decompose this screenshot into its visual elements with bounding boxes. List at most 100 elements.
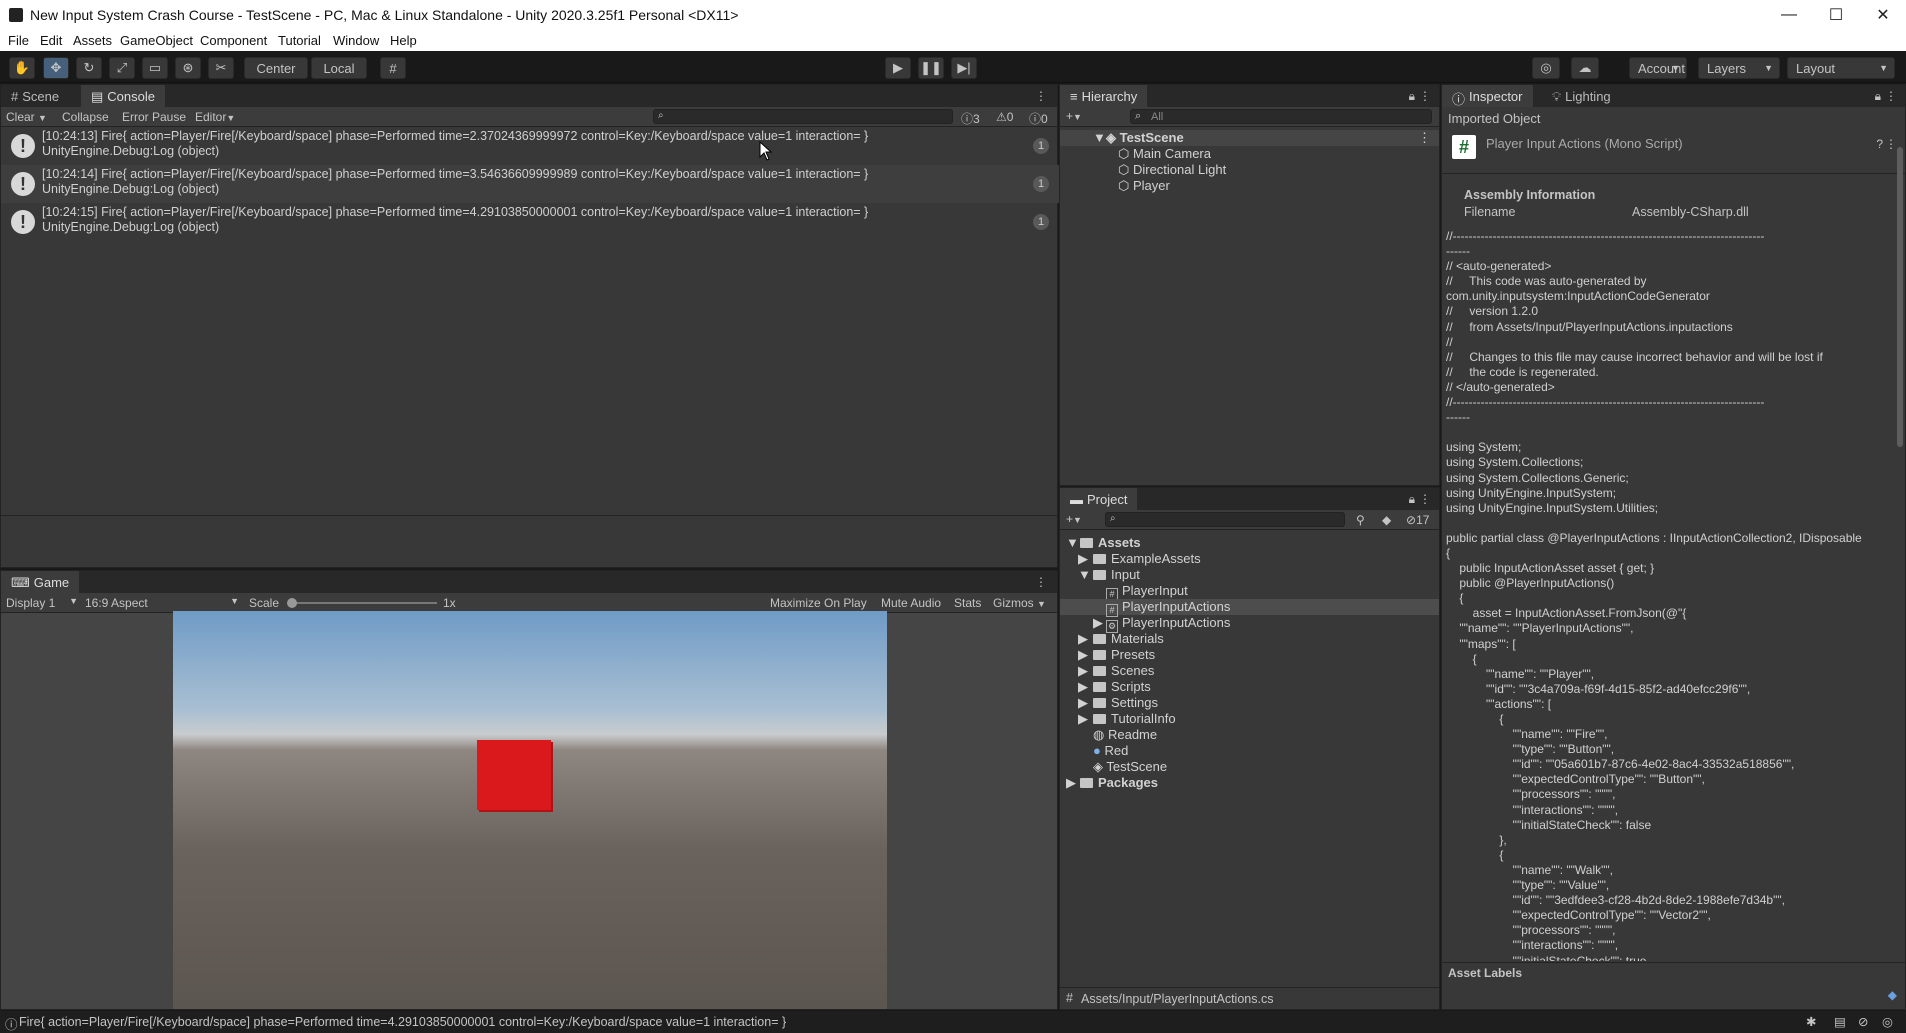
menu-component[interactable]: Component	[200, 33, 267, 48]
error-pause-toggle[interactable]: Error Pause	[122, 110, 186, 124]
scale-tool-icon[interactable]: ⤢	[109, 57, 135, 79]
menu-window[interactable]: Window	[333, 33, 379, 48]
tag-icon[interactable]: ◆	[1888, 988, 1897, 1002]
editor-dropdown[interactable]: Editor▼	[195, 110, 235, 124]
move-tool-icon[interactable]: ✥	[43, 57, 69, 79]
project-item[interactable]: ▶ ⚙ PlayerInputActions	[1060, 615, 1439, 633]
create-asset-button[interactable]: +▼	[1066, 512, 1082, 526]
scale-slider[interactable]	[287, 598, 437, 608]
project-item[interactable]: ◍ Readme	[1060, 727, 1439, 743]
project-search-input[interactable]: ⌕	[1105, 512, 1345, 527]
tab-lighting[interactable]: 💡︎ Lighting	[1542, 85, 1621, 107]
lock-icon[interactable]: 🔒︎	[1409, 492, 1415, 507]
rect-tool-icon[interactable]: ▭	[142, 57, 168, 79]
project-item[interactable]: ▶ Scripts	[1060, 679, 1439, 695]
panel-menu-icon[interactable]: ⋮	[1419, 492, 1431, 506]
lock-icon[interactable]: 🔒︎	[1875, 89, 1881, 104]
project-item[interactable]: ▼ Assets	[1060, 535, 1439, 551]
grid-snap-icon[interactable]: #	[380, 57, 406, 79]
custom-tool-icon[interactable]: ✂	[208, 57, 234, 79]
status-message[interactable]: Fire{ action=Player/Fire[/Keyboard/space…	[19, 1015, 786, 1029]
tab-inspector[interactable]: ⓘ Inspector	[1442, 85, 1533, 107]
filter-by-label-icon[interactable]: ◆	[1382, 513, 1391, 527]
project-item[interactable]: # PlayerInputActions	[1060, 599, 1439, 617]
rotate-tool-icon[interactable]: ↻	[76, 57, 102, 79]
mute-audio-toggle[interactable]: Mute Audio	[881, 596, 941, 610]
menu-edit[interactable]: Edit	[40, 33, 62, 48]
filter-by-type-icon[interactable]: ⚲	[1356, 513, 1365, 527]
project-item[interactable]: ▶ Presets	[1060, 647, 1439, 663]
error-count-toggle[interactable]: ⓘ0	[1029, 110, 1048, 127]
layers-dropdown[interactable]: Layers ▼	[1698, 57, 1780, 79]
menu-help[interactable]: Help	[390, 33, 417, 48]
maximize-on-play-toggle[interactable]: Maximize On Play	[770, 596, 867, 610]
display-dropdown[interactable]: Display 1 ▼	[6, 596, 78, 610]
project-item[interactable]: ▶ Packages	[1060, 775, 1439, 791]
hierarchy-item[interactable]: ⬡ Directional Light	[1060, 162, 1439, 178]
panel-menu-icon[interactable]: ⋮	[1035, 89, 1047, 103]
play-button[interactable]: ▶	[885, 57, 911, 79]
network-icon[interactable]: ⊘	[1858, 1014, 1868, 1029]
tab-game[interactable]: ⌨ Game	[1, 571, 80, 593]
clear-button[interactable]: Clear ▼	[6, 110, 47, 124]
project-item[interactable]: ▶ ExampleAssets	[1060, 551, 1439, 567]
bug-icon[interactable]: ✱	[1806, 1014, 1816, 1029]
project-item[interactable]: ▼ Input	[1060, 567, 1439, 583]
lock-icon[interactable]: 🔒︎	[1409, 89, 1415, 104]
log-count-toggle[interactable]: ⓘ3	[961, 110, 980, 127]
panel-menu-icon[interactable]: ⋮	[1885, 89, 1897, 103]
progress-icon[interactable]: ◎	[1882, 1014, 1893, 1029]
minimize-button[interactable]: —	[1766, 0, 1812, 30]
stats-toggle[interactable]: Stats	[954, 596, 981, 610]
aspect-dropdown[interactable]: 16:9 Aspect ▼	[85, 596, 239, 610]
menu-file[interactable]: File	[8, 33, 29, 48]
log-entry[interactable]: ! [10:24:14] Fire{ action=Player/Fire[/K…	[1, 165, 1059, 203]
tab-project[interactable]: ▬ Project	[1060, 488, 1138, 510]
panel-menu-icon[interactable]: ⋮	[1035, 575, 1047, 589]
project-item[interactable]: ▶ TutorialInfo	[1060, 711, 1439, 727]
tab-console[interactable]: ▤ Console	[81, 85, 165, 107]
pivot-local-button[interactable]: Local	[311, 57, 367, 79]
maximize-button[interactable]: ☐	[1813, 0, 1859, 30]
menu-assets[interactable]: Assets	[73, 33, 112, 48]
warn-count-toggle[interactable]: ⚠0	[996, 110, 1013, 124]
transform-tool-icon[interactable]: ⊛	[175, 57, 201, 79]
menu-tutorial[interactable]: Tutorial	[278, 33, 321, 48]
tab-scene[interactable]: # Scene	[1, 85, 69, 107]
help-icon[interactable]: ?	[1876, 137, 1883, 151]
project-item[interactable]: ▶ Scenes	[1060, 663, 1439, 679]
project-item[interactable]: ◈ TestScene	[1060, 759, 1439, 775]
scene-menu-icon[interactable]: ⋮	[1418, 130, 1431, 146]
scale-slider-handle[interactable]	[287, 598, 297, 608]
object-menu-icon[interactable]: ⋮	[1885, 137, 1897, 151]
close-button[interactable]: ✕	[1860, 0, 1906, 30]
log-entry[interactable]: ! [10:24:15] Fire{ action=Player/Fire[/K…	[1, 203, 1059, 241]
scene-row[interactable]: ▼ ◈ TestScene ⋮	[1060, 130, 1439, 146]
project-item[interactable]: ● Red	[1060, 743, 1439, 759]
game-viewport[interactable]	[173, 611, 887, 1009]
collapse-toggle[interactable]: Collapse	[62, 110, 109, 124]
pivot-center-button[interactable]: Center	[244, 57, 308, 79]
hierarchy-item[interactable]: ⬡ Main Camera	[1060, 146, 1439, 162]
add-object-button[interactable]: +▼	[1066, 109, 1082, 123]
layout-dropdown[interactable]: Layout ▼	[1787, 57, 1895, 79]
step-button[interactable]: ▶|	[951, 57, 977, 79]
console-search-input[interactable]: ⌕	[653, 109, 953, 124]
pause-button[interactable]: ❚❚	[918, 57, 944, 79]
hand-tool-icon[interactable]: ✋	[9, 57, 35, 79]
inspector-scrollbar[interactable]	[1897, 147, 1903, 447]
hierarchy-item[interactable]: ⬡ Player	[1060, 178, 1439, 194]
log-entry[interactable]: ! [10:24:13] Fire{ action=Player/Fire[/K…	[1, 127, 1059, 165]
collab-icon[interactable]: ◎	[1532, 57, 1560, 79]
project-item[interactable]: # PlayerInput	[1060, 583, 1439, 601]
menu-gameobject[interactable]: GameObject	[120, 33, 193, 48]
cloud-icon[interactable]: ☁	[1571, 57, 1599, 79]
account-dropdown[interactable]: Account ▼	[1629, 57, 1687, 79]
panel-menu-icon[interactable]: ⋮	[1419, 89, 1431, 103]
gizmos-dropdown[interactable]: Gizmos ▼	[993, 596, 1046, 610]
hierarchy-search-input[interactable]: ⌕ All	[1130, 109, 1432, 124]
cache-icon[interactable]: ▤	[1834, 1014, 1846, 1029]
project-item[interactable]: ▶ Settings	[1060, 695, 1439, 711]
hidden-packages-toggle[interactable]: ⊘17	[1406, 513, 1429, 527]
project-item[interactable]: ▶ Materials	[1060, 631, 1439, 647]
